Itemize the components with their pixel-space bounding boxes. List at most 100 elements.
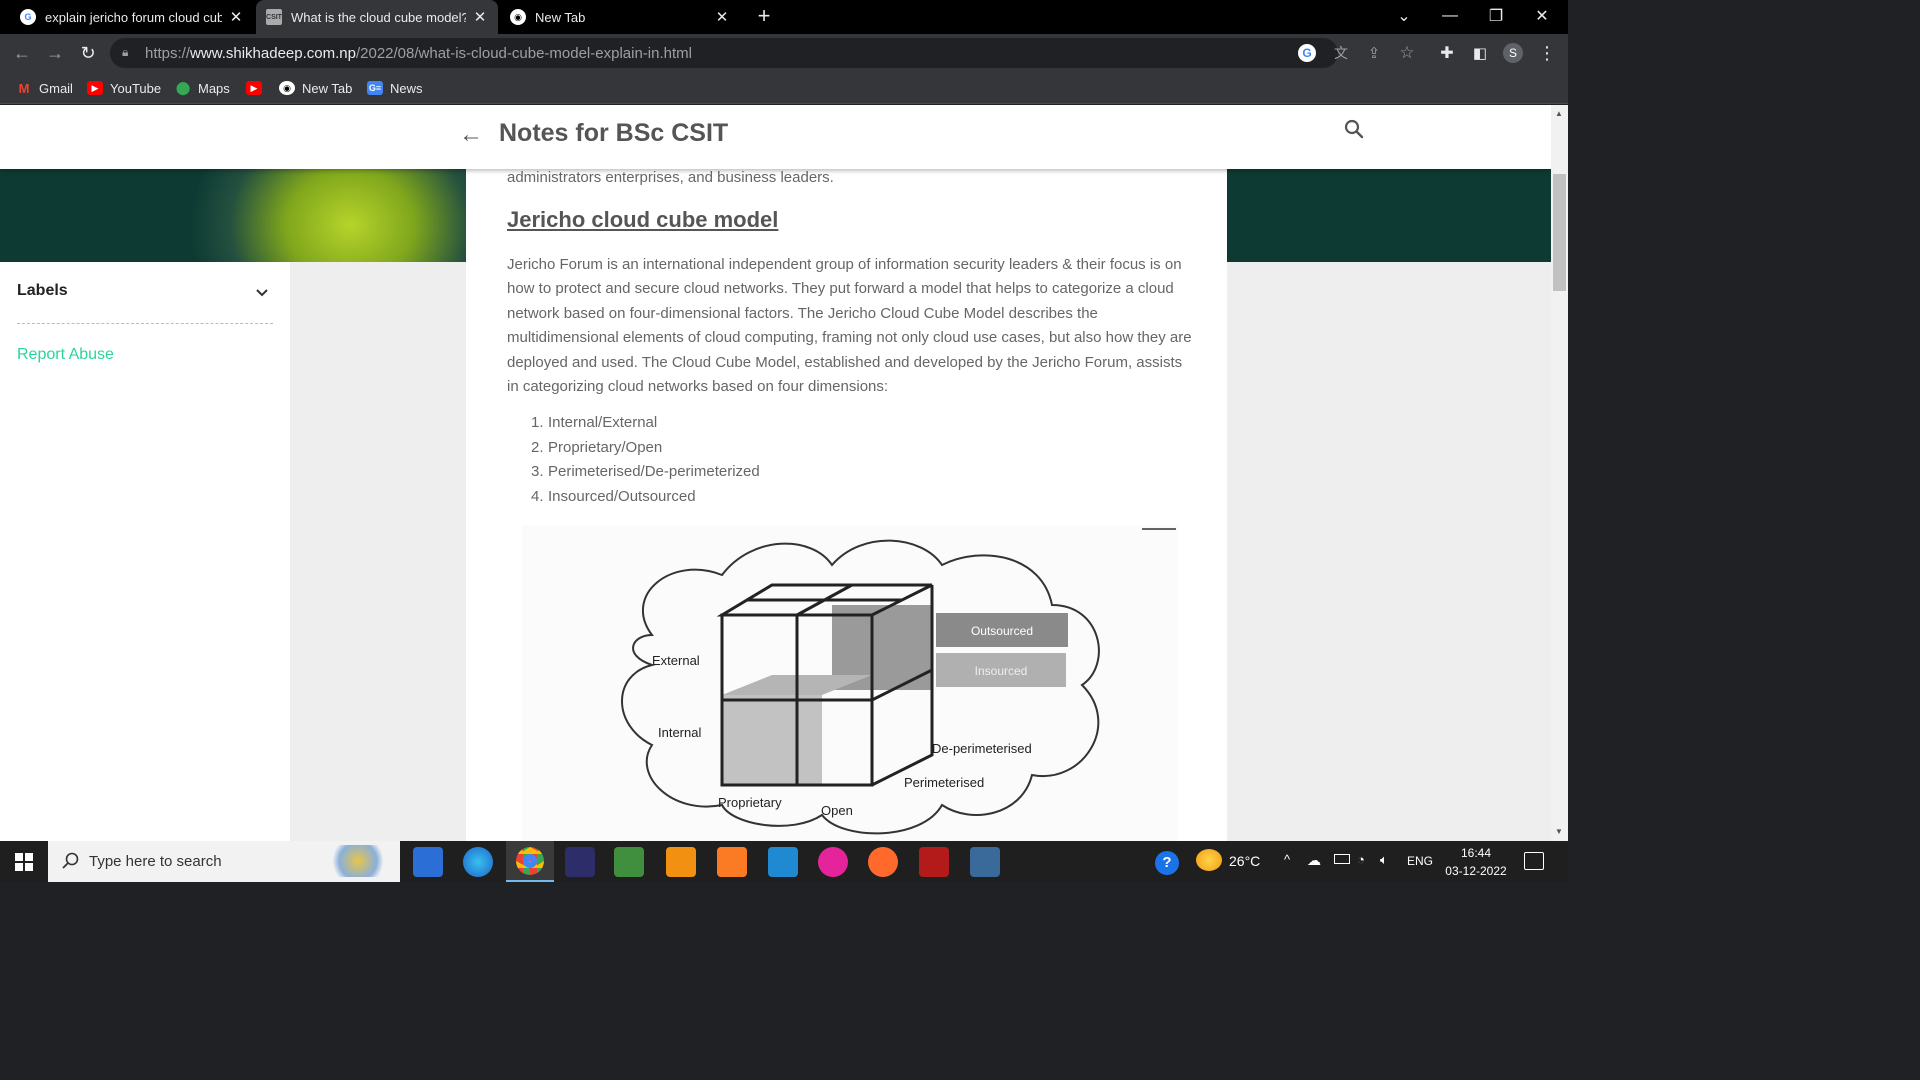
tab-new-tab[interactable]: ◉ New Tab ✕ bbox=[500, 0, 740, 34]
edge-icon[interactable] bbox=[463, 847, 493, 877]
task-view-icon[interactable] bbox=[413, 847, 443, 877]
side-panel-icon[interactable]: ◧ bbox=[1467, 40, 1493, 66]
scroll-thumb[interactable] bbox=[1553, 174, 1566, 291]
back-arrow-icon[interactable]: ← bbox=[459, 121, 483, 149]
sql-app-icon[interactable] bbox=[565, 847, 595, 877]
extensions-icon[interactable]: ✚ bbox=[1434, 40, 1460, 66]
bookmark-maps[interactable]: ⬤ Maps bbox=[175, 78, 230, 98]
page-scrollbar[interactable]: ▲ ▼ bbox=[1551, 105, 1568, 841]
profile-avatar[interactable]: S bbox=[1503, 43, 1523, 63]
google-icon: G bbox=[20, 9, 36, 25]
xampp-icon[interactable] bbox=[717, 847, 747, 877]
menu-kebab-icon[interactable]: ⋮ bbox=[1534, 40, 1560, 66]
close-tab-icon[interactable]: ✕ bbox=[228, 8, 244, 26]
language-indicator[interactable]: ENG bbox=[1407, 854, 1433, 868]
intro-text: administrators enterprises, and business… bbox=[507, 169, 834, 186]
youtube-icon: ▶ bbox=[246, 81, 262, 95]
scroll-down-icon[interactable]: ▼ bbox=[1555, 827, 1563, 836]
tab-cloud-cube[interactable]: CSIT What is the cloud cube model? E ✕ bbox=[256, 0, 498, 34]
news-icon: G≡ bbox=[367, 81, 383, 95]
list-number: 4. bbox=[531, 487, 544, 505]
bookmark-youtube-2[interactable]: ▶ bbox=[246, 78, 269, 98]
bookmark-youtube[interactable]: ▶ YouTube bbox=[87, 78, 161, 98]
tab-google-search[interactable]: G explain jericho forum cloud cube ✕ bbox=[10, 0, 254, 34]
labels-widget[interactable]: Labels bbox=[17, 282, 273, 324]
windows-taskbar: Type here to search ? 26°C ^ ☁ ◔ 🔈︎ ENG … bbox=[0, 841, 1568, 882]
article-body: administrators enterprises, and business… bbox=[466, 105, 1227, 841]
back-icon[interactable]: ← bbox=[9, 40, 35, 66]
forward-icon[interactable]: → bbox=[42, 40, 68, 66]
volume-icon[interactable]: 🔈︎ bbox=[1380, 852, 1388, 868]
search-icon[interactable] bbox=[1342, 117, 1366, 141]
bookmark-label: News bbox=[390, 80, 423, 96]
search-icon bbox=[62, 852, 79, 869]
cube-shade-internal bbox=[722, 695, 822, 785]
clock-date: 03-12-2022 bbox=[1445, 864, 1507, 878]
restore-button[interactable]: ❐ bbox=[1473, 0, 1519, 32]
filezilla-icon[interactable] bbox=[919, 847, 949, 877]
list-item: 3. Perimeterised/De-perimeterized bbox=[507, 463, 760, 488]
bookmark-label: Maps bbox=[198, 80, 230, 96]
google-lens-icon[interactable]: G bbox=[1298, 44, 1316, 62]
windows-start-icon[interactable] bbox=[15, 853, 33, 871]
close-window-button[interactable]: ✕ bbox=[1519, 0, 1565, 32]
scroll-up-icon[interactable]: ▲ bbox=[1555, 109, 1563, 118]
sidebar: Labels Report Abuse bbox=[0, 262, 290, 841]
minimize-button[interactable]: — bbox=[1427, 0, 1473, 32]
close-tab-icon[interactable]: ✕ bbox=[714, 8, 730, 26]
tray-chevron-up-icon[interactable]: ^ bbox=[1284, 852, 1290, 867]
search-placeholder: Type here to search bbox=[89, 853, 222, 870]
weather-icon[interactable] bbox=[1196, 849, 1222, 871]
csit-icon: CSIT bbox=[266, 9, 282, 25]
chevron-down-icon[interactable] bbox=[255, 286, 269, 300]
url-host: www.shikhadeep.com.np bbox=[190, 45, 356, 62]
site-title[interactable]: Notes for BSc CSIT bbox=[499, 119, 728, 148]
file-app-icon[interactable] bbox=[614, 847, 644, 877]
label-deperimeterised: De-perimeterised bbox=[932, 741, 1032, 756]
clock[interactable]: 16:44 03-12-2022 bbox=[1443, 844, 1509, 880]
tab-strip: G explain jericho forum cloud cube ✕ CSI… bbox=[0, 0, 1568, 34]
labels-title: Labels bbox=[17, 282, 68, 299]
wamp-icon[interactable] bbox=[818, 847, 848, 877]
bookmark-star-icon[interactable]: ☆ bbox=[1394, 40, 1420, 66]
new-tab-button[interactable]: + bbox=[752, 5, 776, 29]
onedrive-cloud-icon[interactable]: ☁ bbox=[1307, 852, 1321, 869]
close-tab-icon[interactable]: ✕ bbox=[472, 8, 488, 26]
bookmark-gmail[interactable]: M Gmail bbox=[16, 78, 73, 98]
sublime-icon[interactable] bbox=[666, 847, 696, 877]
address-bar[interactable]: 🔒︎ https://www.shikhadeep.com.np/2022/08… bbox=[110, 38, 1338, 68]
search-highlight-icon bbox=[328, 845, 388, 877]
battery-icon[interactable] bbox=[1334, 854, 1350, 864]
reload-icon[interactable]: ↻ bbox=[75, 40, 101, 66]
taskbar-search[interactable]: Type here to search bbox=[48, 841, 400, 882]
translate-icon[interactable]: 文 bbox=[1328, 40, 1354, 66]
label-outsourced: Outsourced bbox=[971, 624, 1033, 638]
lock-icon: 🔒︎ bbox=[122, 45, 129, 59]
gmail-icon: M bbox=[18, 80, 30, 96]
wifi-icon[interactable]: ◔ bbox=[1357, 852, 1365, 867]
label-external: External bbox=[652, 653, 700, 668]
postman-icon[interactable] bbox=[868, 847, 898, 877]
label-open: Open bbox=[821, 803, 853, 818]
share-icon[interactable]: ⇪ bbox=[1361, 40, 1387, 66]
section-heading: Jericho cloud cube model bbox=[507, 207, 779, 232]
dimensions-list: 1. Internal/External 2. Proprietary/Open 3… bbox=[507, 414, 760, 512]
label-proprietary: Proprietary bbox=[718, 795, 782, 810]
mysql-workbench-icon[interactable] bbox=[970, 847, 1000, 877]
notifications-icon[interactable] bbox=[1524, 852, 1544, 870]
report-abuse-link[interactable]: Report Abuse bbox=[17, 346, 114, 364]
list-number: 1. bbox=[531, 414, 544, 431]
list-text: Perimeterised/De-perimeterized bbox=[548, 463, 760, 480]
label-perimeterised: Perimeterised bbox=[904, 775, 984, 790]
help-icon[interactable]: ? bbox=[1155, 851, 1179, 875]
vscode-icon[interactable] bbox=[768, 847, 798, 877]
bookmark-label: New Tab bbox=[302, 80, 353, 96]
maps-icon: ⬤ bbox=[175, 80, 191, 95]
bookmark-new-tab[interactable]: ◉ New Tab bbox=[279, 78, 352, 98]
chrome-taskbar-button[interactable] bbox=[506, 841, 554, 882]
bookmark-news[interactable]: G≡ News bbox=[367, 78, 423, 98]
youtube-icon: ▶ bbox=[87, 81, 103, 95]
temperature[interactable]: 26°C bbox=[1229, 853, 1260, 869]
list-number: 2. bbox=[531, 438, 544, 456]
tab-search-chevron-icon[interactable]: ⌄ bbox=[1381, 0, 1427, 32]
